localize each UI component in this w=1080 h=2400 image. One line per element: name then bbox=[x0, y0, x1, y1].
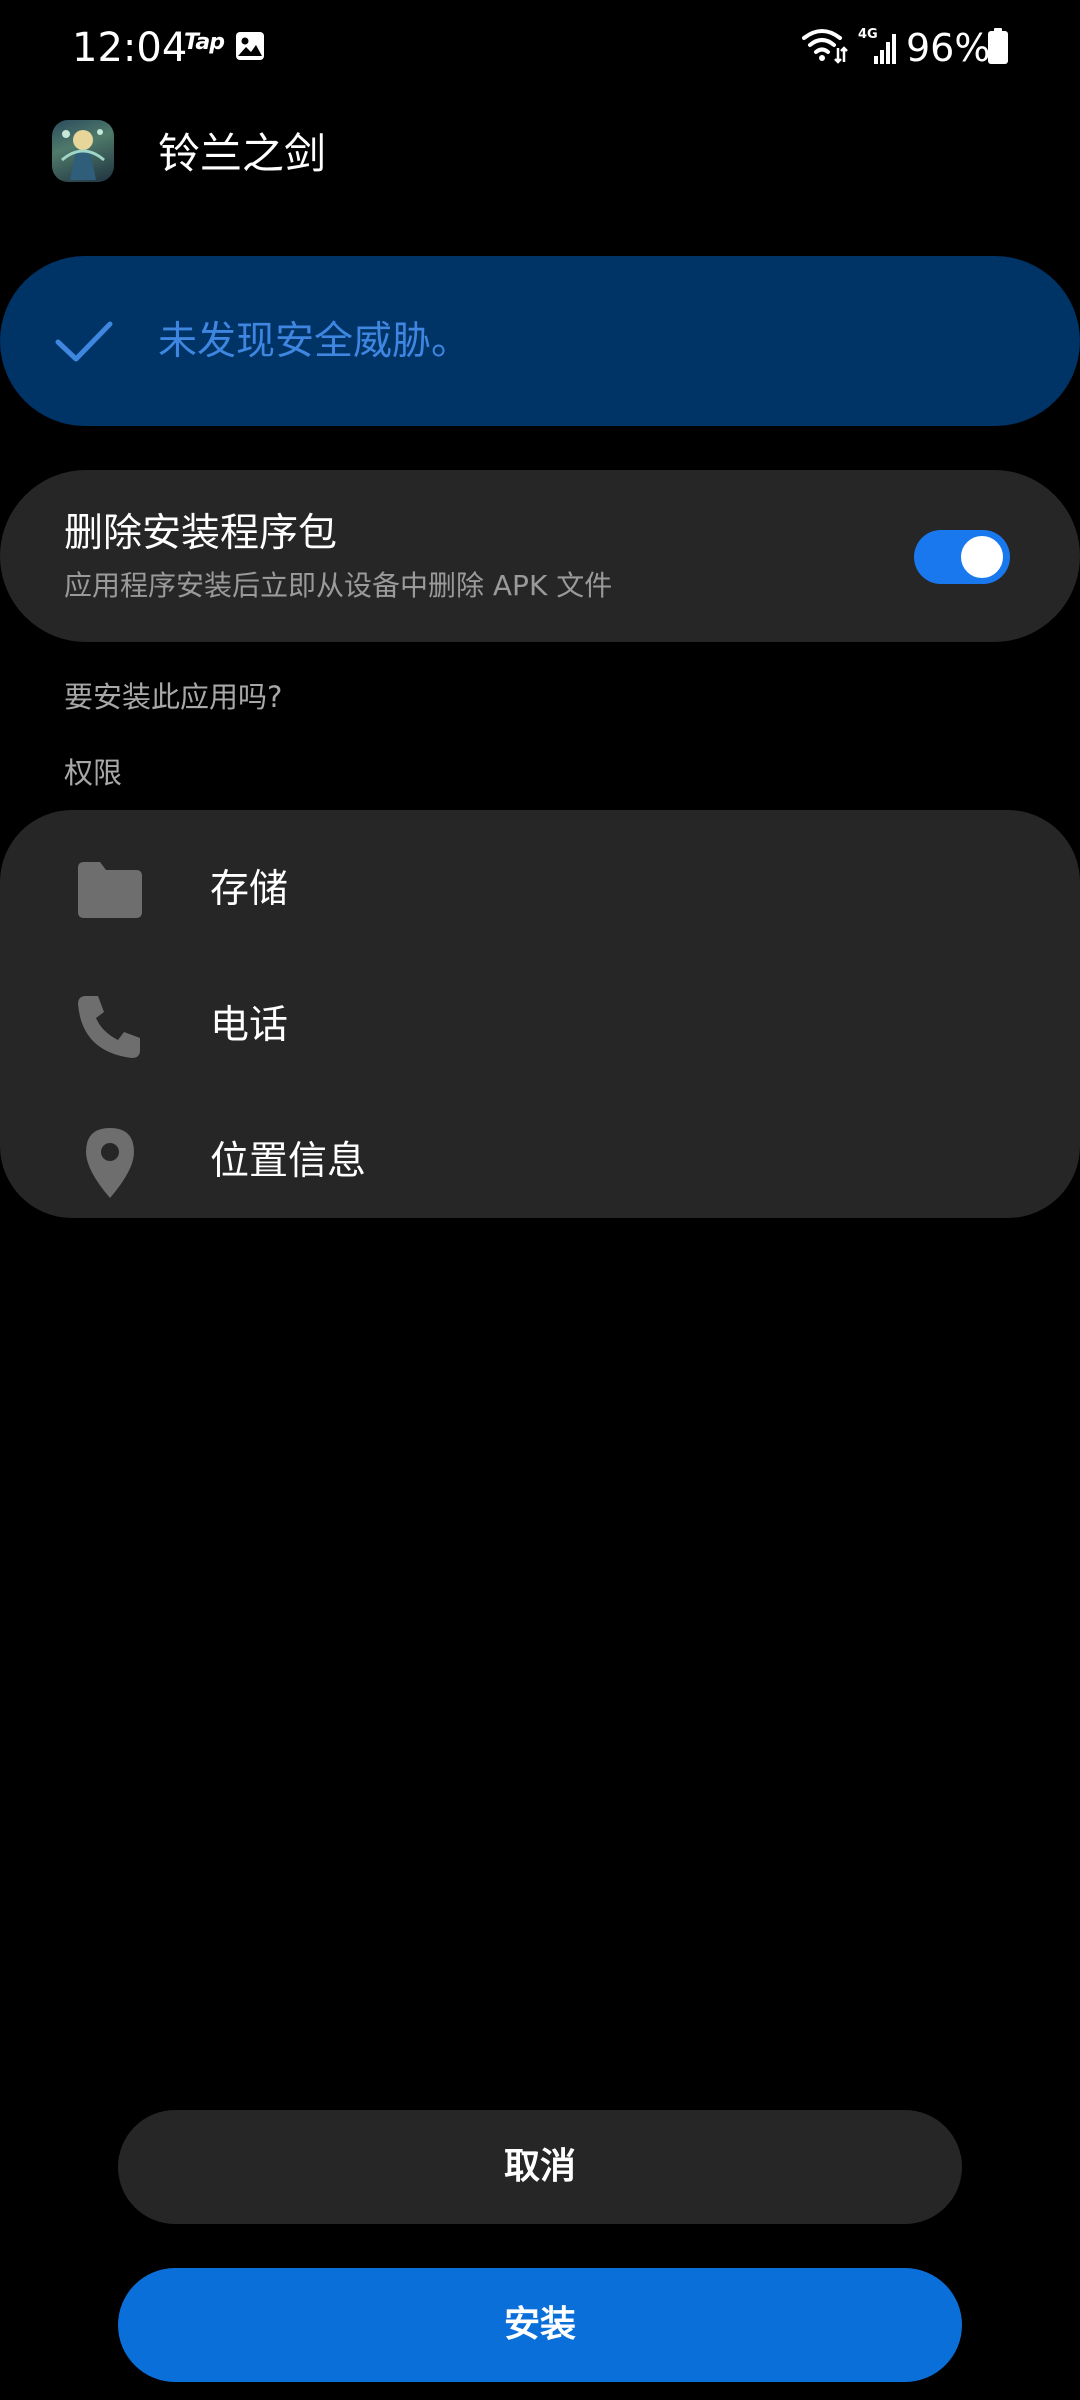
security-message: 未发现安全威胁。 bbox=[158, 319, 471, 364]
app-header: 铃兰之剑 bbox=[0, 110, 1080, 198]
app-icon bbox=[52, 120, 114, 182]
location-icon bbox=[86, 1128, 134, 1198]
battery-icon bbox=[988, 28, 1008, 64]
check-icon bbox=[55, 321, 113, 362]
app-name: 铃兰之剑 bbox=[158, 129, 327, 178]
permission-item-storage[interactable]: 存储 bbox=[0, 822, 1080, 958]
signal-icon: 4G bbox=[858, 27, 896, 64]
image-icon bbox=[236, 32, 264, 60]
install-button[interactable]: 安装 bbox=[118, 2268, 962, 2382]
battery-percent: 96% bbox=[906, 26, 991, 70]
delete-package-subtitle: 应用程序安装后立即从设备中删除 APK 文件 bbox=[64, 569, 613, 602]
cancel-button[interactable]: 取消 bbox=[118, 2110, 962, 2224]
permissions-label: 权限 bbox=[64, 756, 123, 790]
permission-label: 位置信息 bbox=[210, 1139, 367, 1184]
delete-package-title: 删除安装程序包 bbox=[64, 511, 338, 556]
delete-package-toggle[interactable] bbox=[914, 530, 1010, 584]
delete-package-setting[interactable]: 删除安装程序包 应用程序安装后立即从设备中删除 APK 文件 bbox=[0, 470, 1080, 642]
app-artwork-icon bbox=[61, 129, 105, 180]
permissions-list: 存储 电话 位置信息 bbox=[0, 810, 1080, 1218]
status-bar: 12:04 Tap 4G 96% bbox=[0, 0, 1080, 96]
folder-icon bbox=[78, 862, 142, 918]
status-time: 12:04 bbox=[72, 25, 188, 71]
install-question: 要安装此应用吗? bbox=[64, 680, 283, 714]
phone-icon bbox=[78, 996, 140, 1058]
toggle-knob bbox=[958, 533, 1006, 581]
permission-item-location[interactable]: 位置信息 bbox=[0, 1094, 1080, 1230]
permission-label: 电话 bbox=[210, 1003, 289, 1048]
network-type-label: 4G bbox=[858, 27, 878, 42]
permission-item-phone[interactable]: 电话 bbox=[0, 958, 1080, 1094]
security-banner: 未发现安全威胁。 bbox=[0, 256, 1080, 426]
tap-notification-icon: Tap bbox=[184, 30, 225, 55]
wifi-icon bbox=[802, 29, 848, 64]
permission-label: 存储 bbox=[210, 867, 289, 912]
